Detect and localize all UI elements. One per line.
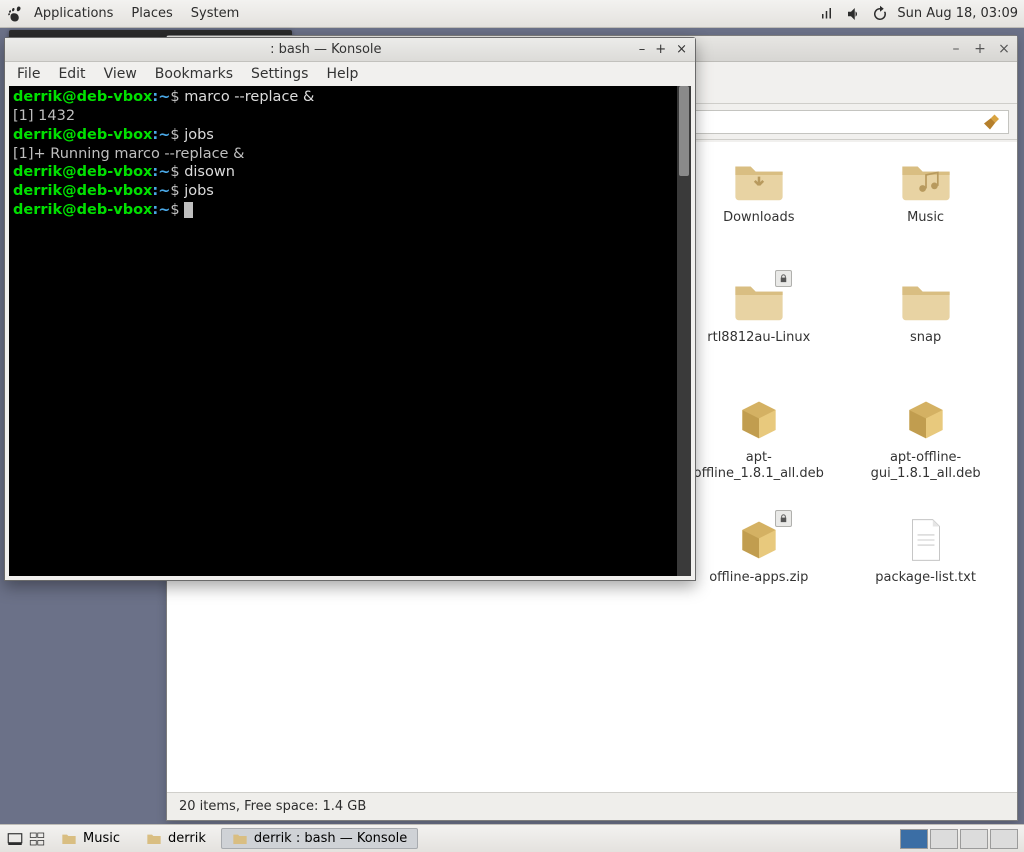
top-panel: Applications Places System Sun Aug 18, 0… <box>0 0 1024 28</box>
panel-menus: Applications Places System <box>6 3 247 24</box>
konsole-window: : bash — Konsole – + × FileEditViewBookm… <box>4 37 696 581</box>
window-icon <box>232 832 248 845</box>
terminal-line: derrik@deb-vbox:~$ jobs <box>13 182 687 201</box>
lock-emblem-icon <box>775 270 792 287</box>
file-item[interactable]: snap <box>844 272 1007 382</box>
network-icon[interactable] <box>819 5 837 23</box>
file-item[interactable]: rtl8812au-Linux <box>677 272 840 382</box>
zip-icon <box>732 516 786 564</box>
file-item[interactable]: offline-apps.zip <box>677 512 840 622</box>
workspace-2[interactable] <box>930 829 958 849</box>
minimize-icon[interactable]: – <box>949 42 963 56</box>
folder-icon <box>732 156 786 204</box>
workspace-switcher[interactable] <box>900 829 1018 849</box>
taskbar-button[interactable]: derrik : bash — Konsole <box>221 828 418 849</box>
konsole-menu-help[interactable]: Help <box>318 63 366 85</box>
workspace-3[interactable] <box>960 829 988 849</box>
taskbar-label: derrik <box>168 831 206 846</box>
clock-text[interactable]: Sun Aug 18, 03:09 <box>897 6 1018 21</box>
statusbar-text: 20 items, Free space: 1.4 GB <box>179 799 366 814</box>
deb-icon <box>732 396 786 444</box>
window-icon <box>146 832 162 845</box>
file-item[interactable]: apt-offline_1.8.1_all.deb <box>677 392 840 502</box>
konsole-menu-settings[interactable]: Settings <box>243 63 316 85</box>
file-label: apt-offline-gui_1.8.1_all.deb <box>856 450 996 483</box>
bottom-panel: Music derrik derrik : bash — Konsole <box>0 824 1024 852</box>
file-label: apt-offline_1.8.1_all.deb <box>689 450 829 483</box>
deb-icon <box>899 396 953 444</box>
menu-places[interactable]: Places <box>123 3 180 24</box>
file-label: snap <box>910 330 941 346</box>
lock-emblem-icon <box>775 510 792 527</box>
close-icon[interactable]: × <box>997 42 1011 56</box>
file-item[interactable]: package-list.txt <box>844 512 1007 622</box>
konsole-menu-edit[interactable]: Edit <box>50 63 93 85</box>
terminal-area[interactable]: derrik@deb-vbox:~$ marco --replace &[1] … <box>9 86 691 576</box>
terminal-line: derrik@deb-vbox:~$ <box>13 201 687 220</box>
terminal-scrollbar[interactable] <box>677 86 691 576</box>
file-item[interactable]: Downloads <box>677 152 840 262</box>
konsole-menu-file[interactable]: File <box>9 63 48 85</box>
maximize-icon[interactable]: + <box>655 42 666 57</box>
terminal-line: [1]+ Running marco --replace & <box>13 145 687 164</box>
folder-icon <box>899 156 953 204</box>
folder-icon <box>732 276 786 324</box>
close-icon[interactable]: × <box>676 42 687 57</box>
workspace-1[interactable] <box>900 829 928 849</box>
maximize-icon[interactable]: + <box>973 42 987 56</box>
file-label: offline-apps.zip <box>709 570 808 586</box>
update-icon[interactable] <box>871 5 889 23</box>
taskbar-button[interactable]: derrik <box>135 828 217 849</box>
workspace-4[interactable] <box>990 829 1018 849</box>
caja-statusbar: 20 items, Free space: 1.4 GB <box>167 792 1017 820</box>
konsole-titlebar[interactable]: : bash — Konsole – + × <box>5 38 695 62</box>
taskbar-button[interactable]: Music <box>50 828 131 849</box>
konsole-menubar: FileEditViewBookmarksSettingsHelp <box>5 62 695 86</box>
window-list-icon[interactable] <box>28 830 46 848</box>
panel-tray: Sun Aug 18, 03:09 <box>819 5 1018 23</box>
terminal-line: derrik@deb-vbox:~$ marco --replace & <box>13 88 687 107</box>
file-item[interactable]: Music <box>844 152 1007 262</box>
folder-icon <box>899 276 953 324</box>
window-icon <box>61 832 77 845</box>
scrollbar-thumb[interactable] <box>679 86 689 176</box>
txt-icon <box>899 516 953 564</box>
terminal-line: derrik@deb-vbox:~$ jobs <box>13 126 687 145</box>
terminal-line: [1] 1432 <box>13 107 687 126</box>
taskbar-label: derrik : bash — Konsole <box>254 831 407 846</box>
file-item[interactable]: apt-offline-gui_1.8.1_all.deb <box>844 392 1007 502</box>
file-label: package-list.txt <box>875 570 976 586</box>
show-desktop-icon[interactable] <box>6 830 24 848</box>
konsole-menu-bookmarks[interactable]: Bookmarks <box>147 63 241 85</box>
file-label: rtl8812au-Linux <box>707 330 810 346</box>
clear-icon[interactable] <box>984 113 1002 131</box>
konsole-menu-view[interactable]: View <box>96 63 145 85</box>
taskbar-label: Music <box>83 831 120 846</box>
minimize-icon[interactable]: – <box>639 42 646 57</box>
gnome-foot-icon <box>6 5 24 23</box>
menu-applications[interactable]: Applications <box>26 3 121 24</box>
file-label: Downloads <box>723 210 794 226</box>
terminal-line: derrik@deb-vbox:~$ disown <box>13 163 687 182</box>
konsole-title-text: : bash — Konsole <box>13 42 639 57</box>
menu-system[interactable]: System <box>183 3 247 24</box>
volume-icon[interactable] <box>845 5 863 23</box>
file-label: Music <box>907 210 944 226</box>
